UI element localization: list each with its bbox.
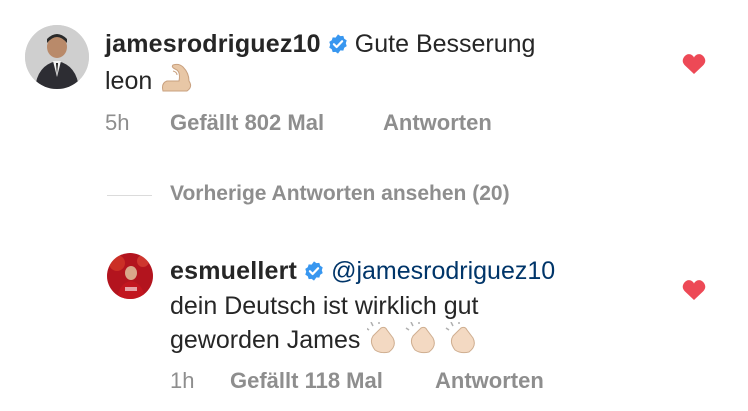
- comment-text: dein Deutsch ist wirklich gut: [170, 292, 479, 320]
- avatar[interactable]: [107, 253, 153, 299]
- reply-meta: 1h Gefällt 118 Mal Antworten: [170, 368, 670, 396]
- comment-username[interactable]: jamesrodriguez10: [105, 30, 321, 58]
- comment-text: leon: [105, 67, 153, 95]
- avatar-photo-jamesrodriguez10: [25, 25, 89, 89]
- reply-body: esmuellert @jamesrodriguez10 dein Deutsch…: [170, 255, 670, 362]
- comment-meta: 5h Gefällt 802 Mal Antworten: [105, 110, 665, 138]
- comment-timestamp: 5h: [105, 110, 130, 135]
- reply-button[interactable]: Antworten: [383, 110, 492, 136]
- replies-divider: [107, 195, 152, 196]
- comments-page: jamesrodriguez10 Gute Besserung leon 5h G…: [0, 0, 748, 411]
- reply-button[interactable]: Antworten: [435, 368, 544, 394]
- view-previous-replies-button[interactable]: Vorherige Antworten ansehen (20): [170, 182, 510, 206]
- comment-text: geworden James: [170, 326, 361, 354]
- mention-link[interactable]: @jamesrodriguez10: [331, 257, 555, 285]
- comment-text: Gute Besserung: [354, 30, 536, 58]
- avatar[interactable]: [25, 25, 89, 89]
- avatar-photo-esmuellert: [107, 253, 153, 299]
- comment-body: jamesrodriguez10 Gute Besserung leon: [105, 28, 665, 103]
- verified-badge-icon: [303, 258, 325, 290]
- like-heart-icon[interactable]: [682, 53, 706, 75]
- comment-likes-count[interactable]: Gefällt 802 Mal: [170, 110, 324, 136]
- flexed-biceps-icon: [159, 63, 195, 103]
- like-heart-icon[interactable]: [682, 279, 706, 301]
- comment-timestamp: 1h: [170, 368, 195, 393]
- comment-likes-count[interactable]: Gefällt 118 Mal: [230, 368, 383, 394]
- clapping-hands-icon: [365, 321, 487, 362]
- comment-username[interactable]: esmuellert: [170, 257, 297, 285]
- verified-badge-icon: [327, 31, 349, 63]
